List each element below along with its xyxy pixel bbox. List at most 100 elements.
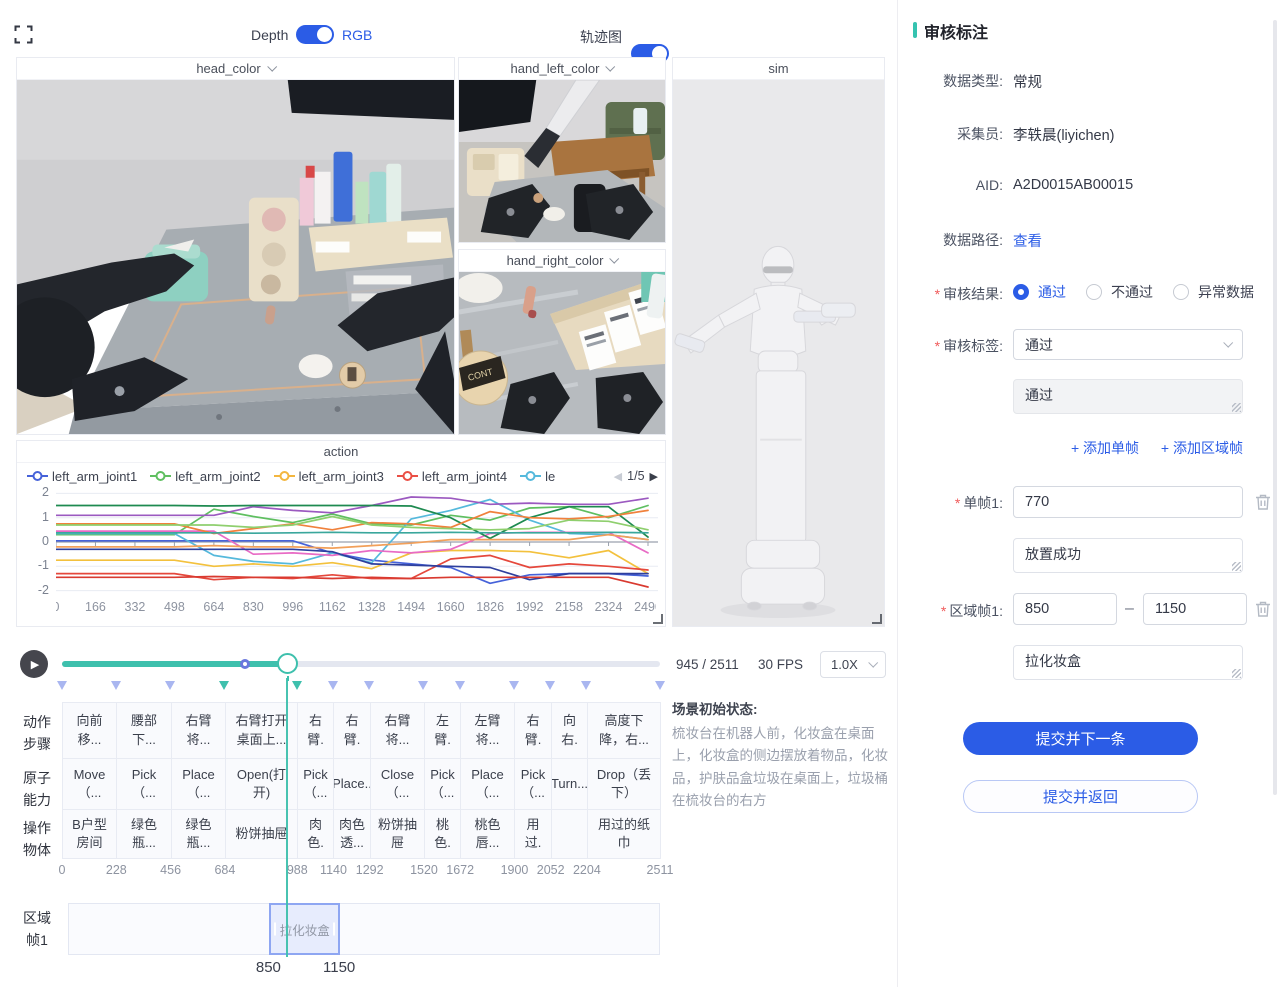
frame-counter: 945 / 2511 <box>676 657 739 672</box>
hand-left-camera-select[interactable]: hand_left_color <box>459 58 665 80</box>
chevron-down-icon <box>1223 337 1233 347</box>
resize-handle-icon[interactable] <box>872 614 882 624</box>
boundary-marker-2204[interactable] <box>581 681 591 690</box>
panel-scrollbar[interactable] <box>1273 20 1277 795</box>
single-frame-marker-dot[interactable] <box>240 659 250 669</box>
playback-speed-select[interactable]: 1.0X <box>820 651 886 678</box>
boundary-marker-1140[interactable] <box>328 681 338 690</box>
chart-x-axis-labels: 0166332498664830996116213281494166018261… <box>56 600 656 618</box>
legend-item-left_arm_joint2[interactable]: left_arm_joint2 <box>150 469 260 484</box>
joint-trajectory-chart <box>56 487 660 601</box>
legend-marker-icon <box>274 471 295 481</box>
add-single-frame-button[interactable]: + 添加单帧 <box>1071 440 1139 456</box>
table-cell: Place（... <box>460 758 515 810</box>
row-label-action-steps: 动作 步骤 <box>20 712 54 755</box>
legend-item-left_arm_joint3[interactable]: left_arm_joint3 <box>274 469 384 484</box>
playhead-line[interactable] <box>286 678 288 957</box>
segment-right-handle[interactable] <box>333 923 335 936</box>
region-frame-segment[interactable]: 拉化妆盒 <box>269 903 340 955</box>
table-cell: 高度下降，右... <box>587 702 661 759</box>
review-result-options: 通过 不通过 异常数据 <box>1013 282 1265 302</box>
radio-label-不通过[interactable]: 不通过 <box>1111 282 1153 302</box>
textarea-resize-icon[interactable] <box>1232 562 1241 571</box>
radio-异常数据[interactable] <box>1173 284 1189 300</box>
textarea-resize-icon[interactable] <box>1232 403 1241 412</box>
play-button[interactable]: ▶ <box>20 650 48 678</box>
hand-right-camera-select[interactable]: hand_right_color <box>459 250 665 272</box>
boundary-marker-2052[interactable] <box>545 681 555 690</box>
table-cell: Pick（... <box>514 758 552 810</box>
region-note-textarea[interactable]: 拉化妆盒 <box>1013 645 1243 680</box>
slider-handle[interactable] <box>277 653 298 674</box>
segment-left-handle[interactable] <box>274 923 276 936</box>
table-cell: 右臂. <box>297 702 334 759</box>
frame-axis-tick: 988 <box>287 863 308 877</box>
frame-axis-tick: 1292 <box>356 863 384 877</box>
region-end-input[interactable] <box>1143 593 1247 625</box>
depth-rgb-toggle[interactable] <box>296 25 334 44</box>
frame-axis-tick: 684 <box>214 863 235 877</box>
step-table-row: Move（...Pick（...Place（...Open(打开)Pick（..… <box>62 758 660 810</box>
x-tick-label: 1328 <box>358 600 386 614</box>
legend-label: left_arm_joint1 <box>52 469 137 484</box>
legend-item-le[interactable]: le <box>520 469 555 484</box>
head-camera-select[interactable]: head_color <box>17 58 454 80</box>
boundary-marker-684[interactable] <box>219 681 229 690</box>
radio-通过[interactable] <box>1013 284 1029 300</box>
series-left_arm_joint4 <box>56 555 648 579</box>
resize-handle-icon[interactable] <box>653 614 663 624</box>
radio-label-异常数据[interactable]: 异常数据 <box>1198 282 1254 302</box>
legend-next-icon[interactable]: ▶ <box>650 470 658 483</box>
tag-note-textarea[interactable]: 通过 <box>1013 379 1243 414</box>
table-cell: Place（... <box>171 758 226 810</box>
legend-label: left_arm_joint4 <box>422 469 507 484</box>
submit-return-button[interactable]: 提交并返回 <box>963 780 1198 813</box>
head-camera-image <box>17 80 454 434</box>
legend-prev-icon[interactable]: ◀ <box>614 470 622 483</box>
add-frame-links: + 添加单帧 + 添加区域帧 <box>898 438 1243 458</box>
table-cell: 向右. <box>551 702 588 759</box>
delete-region-frame-icon[interactable] <box>1255 600 1271 618</box>
fullscreen-icon[interactable] <box>14 25 33 44</box>
textarea-resize-icon[interactable] <box>1232 669 1241 678</box>
x-tick-label: 1494 <box>397 600 425 614</box>
trajectory-label: 轨迹图 <box>580 27 622 47</box>
single-frame-input[interactable] <box>1013 486 1243 518</box>
table-cell: 右臂将... <box>171 702 226 759</box>
region-start-input[interactable] <box>1013 593 1117 625</box>
boundary-marker-1900[interactable] <box>509 681 519 690</box>
hand-right-camera-image: CONT <box>459 272 665 434</box>
y-tick-label: 1 <box>23 510 49 524</box>
boundary-marker-1672[interactable] <box>455 681 465 690</box>
boundary-marker-0[interactable] <box>57 681 67 690</box>
data-path-link[interactable]: 查看 <box>1013 230 1042 251</box>
boundary-marker-988[interactable] <box>292 681 302 690</box>
boundary-marker-456[interactable] <box>165 681 175 690</box>
series-right_arm_joint4 <box>56 577 648 588</box>
region-start-label: 850 <box>256 959 281 976</box>
boundary-marker-1292[interactable] <box>364 681 374 690</box>
x-tick-label: 2324 <box>595 600 623 614</box>
review-tag-select[interactable]: 通过 <box>1013 329 1243 360</box>
table-cell: 右臂将... <box>370 702 425 759</box>
legend-marker-icon <box>397 471 418 481</box>
single-frame-note-textarea[interactable]: 放置成功 <box>1013 538 1243 573</box>
boundary-marker-1520[interactable] <box>418 681 428 690</box>
radio-label-通过[interactable]: 通过 <box>1038 282 1066 302</box>
boundary-marker-228[interactable] <box>111 681 121 690</box>
legend-item-left_arm_joint4[interactable]: left_arm_joint4 <box>397 469 507 484</box>
radio-不通过[interactable] <box>1086 284 1102 300</box>
add-region-frame-button[interactable]: + 添加区域帧 <box>1161 440 1243 456</box>
y-tick-label: -2 <box>23 583 49 597</box>
boundary-marker-2511[interactable] <box>655 681 665 690</box>
toggle-knob <box>317 27 332 42</box>
delete-single-frame-icon[interactable] <box>1255 493 1271 511</box>
scene-title: 场景初始状态: <box>672 698 891 718</box>
timeline-slider[interactable] <box>62 661 660 667</box>
submit-next-button[interactable]: 提交并下一条 <box>963 722 1198 755</box>
frame-axis-tick: 456 <box>160 863 181 877</box>
panel-accent-bar <box>913 22 917 38</box>
legend-item-left_arm_joint1[interactable]: left_arm_joint1 <box>27 469 137 484</box>
table-cell: 向前移... <box>62 702 117 759</box>
table-cell: 用过的纸巾 <box>587 809 661 859</box>
